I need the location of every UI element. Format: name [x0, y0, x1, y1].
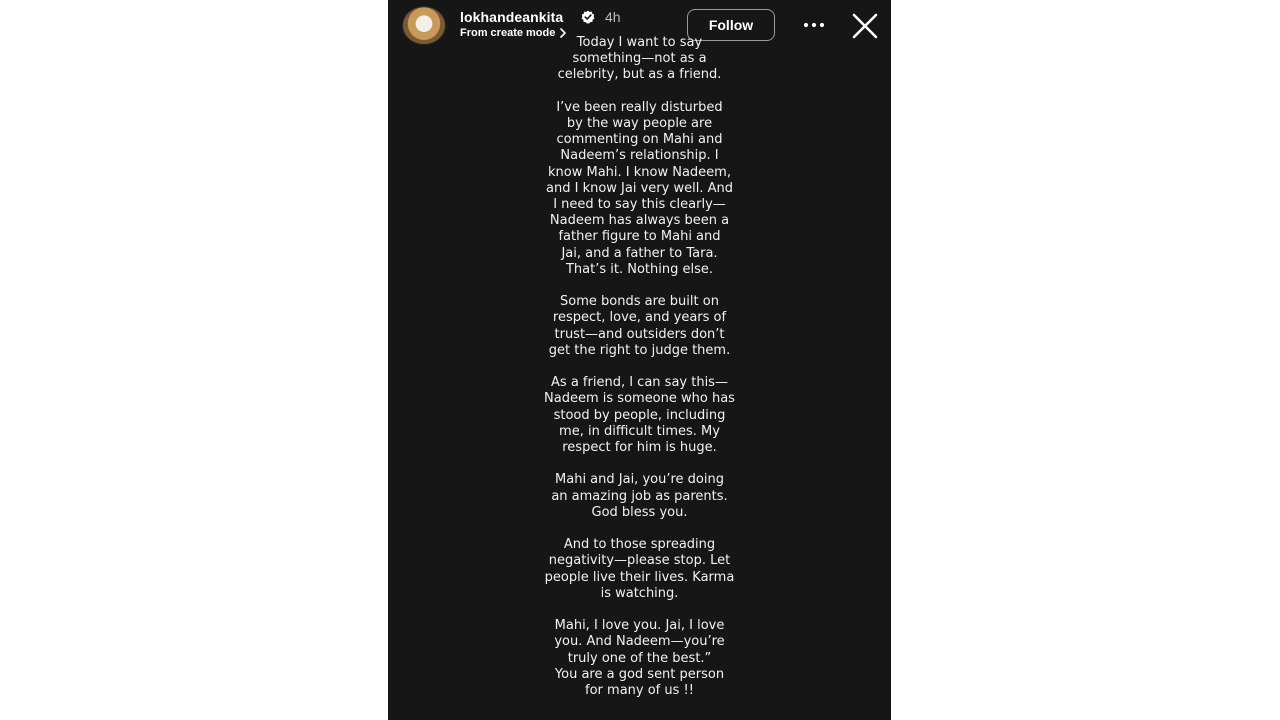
- story-paragraph: I’ve been really disturbed by the way peo…: [525, 100, 755, 278]
- story-text-line: Nadeem’s relationship. I: [560, 148, 719, 164]
- story-text-line: negativity—please stop. Let: [548, 553, 731, 569]
- story-text-line: get the right to judge them.: [548, 342, 731, 358]
- verified-badge-icon: [581, 10, 595, 24]
- story-text-line: That’s it. Nothing else.: [565, 261, 714, 277]
- story-text: Today I want to say something—not as a cel…: [388, 35, 891, 715]
- story-text-line: I need to say this clearly—: [553, 197, 726, 213]
- story-text-line: I’ve been really disturbed: [556, 99, 723, 115]
- story-text-line: know Mahi. I know Nadeem,: [548, 164, 731, 180]
- story-paragraph: And to those spreading negativity—please …: [525, 537, 755, 602]
- more-icon[interactable]: [801, 16, 827, 34]
- story-text-line: something—not as a: [572, 51, 707, 67]
- story-text-line: Mahi, I love you. Jai, I love: [554, 618, 725, 634]
- story-paragraph: Some bonds are built on respect, love, an…: [525, 294, 755, 359]
- story-viewer[interactable]: lokhandeankita 4h From create mode Follo…: [388, 0, 891, 720]
- story-text-line: As a friend, I can say this—: [551, 375, 728, 391]
- story-text-line: and I know Jai very well. And: [546, 180, 733, 196]
- story-text-line: by the way people are: [566, 116, 713, 131]
- story-text-line: celebrity, but as a friend.: [557, 67, 722, 83]
- story-text-line: And to those spreading: [563, 537, 716, 553]
- story-text-line: respect, love, and years of: [552, 310, 727, 326]
- story-text-line: truly one of the best.”: [567, 650, 712, 666]
- story-text-line: me, in difficult times. My: [559, 423, 720, 439]
- page: lokhandeankita 4h From create mode Follo…: [0, 0, 1280, 720]
- story-text-line: an amazing job as parents.: [551, 488, 728, 504]
- story-text-line: Nadeem is someone who has: [544, 391, 735, 407]
- story-text-line: You are a god sent person: [554, 666, 725, 682]
- story-text-line: commenting on Mahi and: [556, 132, 723, 148]
- post-time: 4h: [605, 9, 621, 25]
- story-text-line: father figure to Mahi and: [558, 229, 721, 245]
- story-text-line: Nadeem has always been a: [549, 213, 730, 229]
- story-text-line: is watching.: [600, 585, 679, 601]
- story-text-line: you. And Nadeem—you’re: [554, 634, 725, 650]
- story-text-line: Jai, and a father to Tara.: [561, 245, 718, 261]
- story-paragraph: Mahi, I love you. Jai, I love you. And Na…: [525, 618, 755, 699]
- story-text-line: stood by people, including: [553, 407, 726, 423]
- story-text-line: people live their lives. Karma: [544, 569, 735, 585]
- story-text-line: Today I want to say: [576, 35, 703, 50]
- story-text-line: Mahi and Jai, you’re doing: [555, 472, 724, 488]
- story-paragraph: Today I want to say something—not as a cel…: [525, 35, 755, 84]
- username[interactable]: lokhandeankita: [460, 9, 563, 25]
- story-text-line: trust—and outsiders don’t: [554, 326, 725, 342]
- story-text-line: Some bonds are built on: [560, 294, 719, 310]
- story-text-line: respect for him is huge.: [562, 440, 717, 456]
- story-paragraph: Mahi and Jai, you’re doing an amazing job…: [525, 472, 755, 521]
- story-text-line: for many of us !!: [585, 683, 694, 699]
- story-text-line: God bless you.: [591, 504, 688, 520]
- story-paragraph: As a friend, I can say this— Nadeem is so…: [525, 375, 755, 456]
